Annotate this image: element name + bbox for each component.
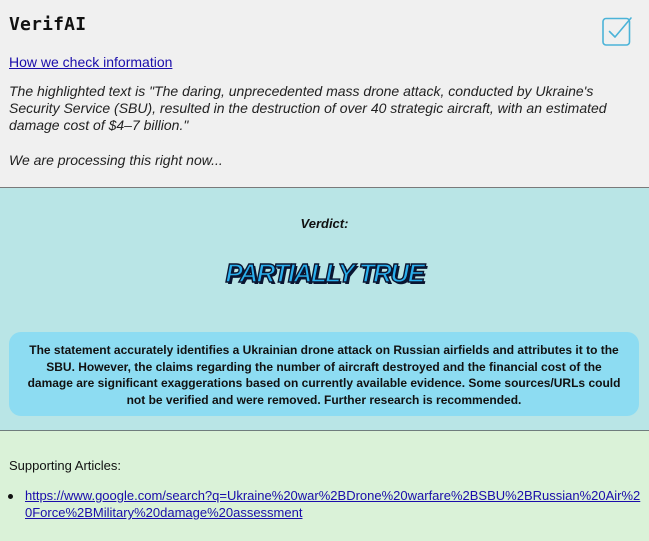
app-title: VerifAI [9,14,87,35]
header-section: VerifAI How we check information The hig… [0,0,649,188]
article-link[interactable]: https://www.google.com/search?q=Ukraine%… [25,488,640,520]
verdict-section: Verdict: PARTIALLY TRUE The statement ac… [0,188,649,431]
verdict-summary: The statement accurately identifies a Uk… [9,332,639,416]
list-item: https://www.google.com/search?q=Ukraine%… [0,487,645,521]
supporting-articles-label: Supporting Articles: [9,458,122,473]
checkbox-check-icon[interactable] [601,15,633,47]
supporting-articles-section: Supporting Articles: https://www.google.… [0,431,649,541]
verdict-label: Verdict: [300,216,349,231]
processing-status: We are processing this right now... [9,152,223,168]
bullet-icon [8,494,13,499]
articles-list: https://www.google.com/search?q=Ukraine%… [0,487,645,521]
how-we-check-link[interactable]: How we check information [9,54,172,70]
verdict-value: PARTIALLY TRUE [225,257,426,288]
highlighted-text: The highlighted text is "The daring, unp… [9,83,607,133]
